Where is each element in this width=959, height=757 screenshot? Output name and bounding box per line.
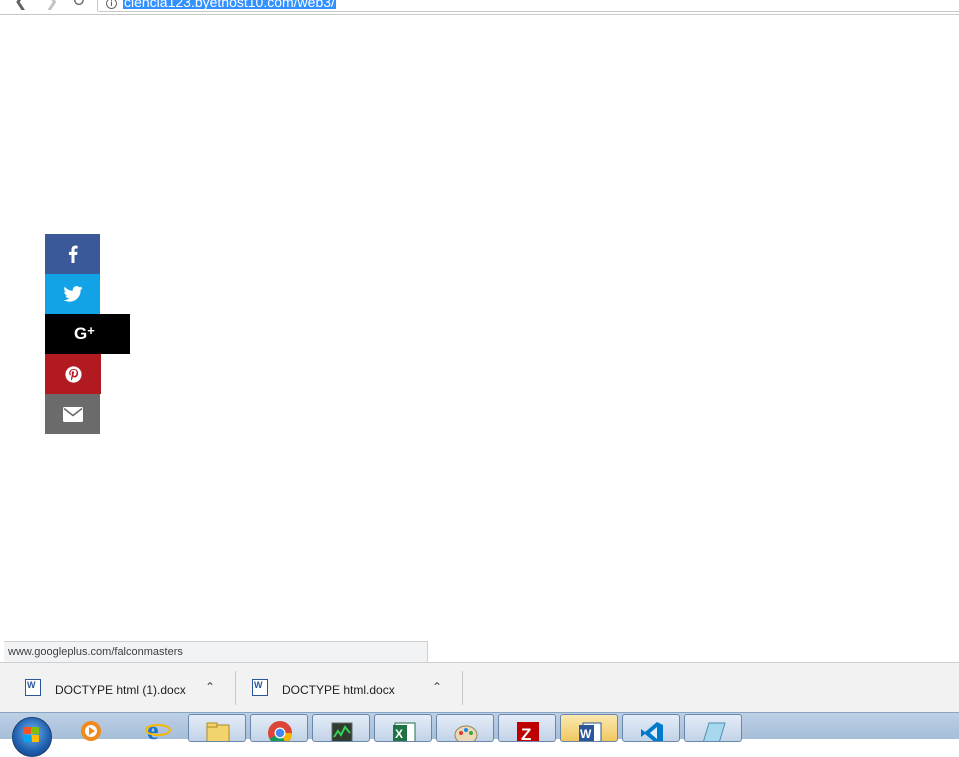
download-separator bbox=[235, 671, 236, 705]
windows-logo-icon bbox=[24, 727, 39, 742]
task-manager-icon bbox=[331, 722, 353, 741]
excel-icon: X bbox=[393, 722, 416, 741]
chevron-up-icon[interactable]: ⌃ bbox=[432, 680, 442, 694]
download-shelf: DOCTYPE html (1).docx ⌃ DOCTYPE html.doc… bbox=[0, 662, 959, 713]
paint-icon bbox=[454, 725, 478, 741]
back-arrow-icon[interactable]: ❮ bbox=[14, 0, 27, 10]
download-filename: DOCTYPE html.docx bbox=[282, 683, 395, 697]
media-player-icon[interactable] bbox=[78, 715, 104, 741]
internet-explorer-icon[interactable]: e bbox=[145, 715, 171, 741]
twitter-icon bbox=[62, 286, 83, 302]
pinterest-icon bbox=[64, 365, 82, 383]
svg-text:W: W bbox=[580, 727, 592, 741]
svg-text:e: e bbox=[147, 716, 159, 741]
share-twitter-button[interactable] bbox=[45, 274, 100, 314]
word-doc-icon bbox=[252, 679, 268, 696]
address-bar[interactable]: i ciencia123.byethost10.com/web3/ bbox=[97, 0, 959, 12]
social-share-bar: G+ bbox=[45, 234, 130, 434]
download-item[interactable]: DOCTYPE html (1).docx ⌃ bbox=[25, 663, 225, 713]
url-text[interactable]: ciencia123.byethost10.com/web3/ bbox=[123, 0, 336, 9]
windows-taskbar: e X Z W bbox=[0, 712, 959, 757]
share-email-button[interactable] bbox=[45, 394, 100, 434]
start-button[interactable] bbox=[12, 717, 52, 757]
word-doc-icon bbox=[25, 679, 41, 696]
word-icon: W bbox=[579, 722, 602, 741]
facebook-icon bbox=[68, 245, 78, 263]
google-plus-icon: G+ bbox=[74, 323, 95, 344]
download-separator bbox=[462, 671, 463, 705]
file-explorer-icon bbox=[206, 722, 230, 741]
svg-text:Z: Z bbox=[521, 725, 531, 742]
reload-icon[interactable]: ↻ bbox=[72, 0, 85, 10]
download-filename: DOCTYPE html (1).docx bbox=[55, 683, 186, 697]
share-pinterest-button[interactable] bbox=[45, 354, 101, 394]
vscode-icon bbox=[641, 722, 663, 741]
browser-toolbar: ❮ ❯ ↻ i ciencia123.byethost10.com/web3/ bbox=[0, 0, 959, 15]
info-icon[interactable]: i bbox=[106, 0, 117, 9]
filezilla-icon: Z bbox=[517, 722, 539, 742]
forward-arrow-icon[interactable]: ❯ bbox=[45, 0, 58, 10]
download-item[interactable]: DOCTYPE html.docx ⌃ bbox=[252, 663, 452, 713]
google-plus-letter: G bbox=[74, 324, 88, 343]
chevron-up-icon[interactable]: ⌃ bbox=[205, 680, 215, 694]
link-status-bubble: www.googleplus.com/falconmasters bbox=[4, 641, 428, 662]
google-plus-plus: + bbox=[87, 323, 95, 338]
share-google-plus-button[interactable]: G+ bbox=[45, 314, 130, 354]
chrome-icon bbox=[268, 721, 293, 741]
envelope-icon bbox=[62, 406, 83, 422]
share-facebook-button[interactable] bbox=[45, 234, 100, 274]
notepad-icon bbox=[703, 722, 726, 741]
svg-text:X: X bbox=[395, 727, 403, 741]
